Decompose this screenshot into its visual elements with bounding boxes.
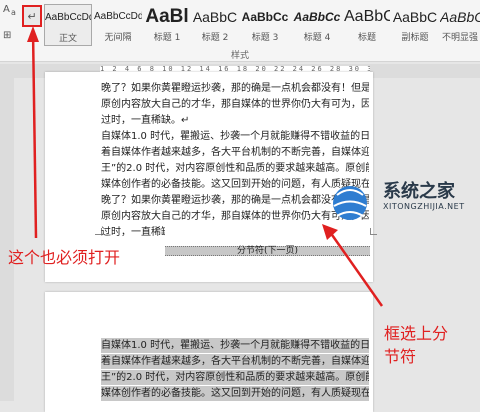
watermark-brand: 系统之家 xyxy=(383,181,455,202)
arrow-to-show-marks xyxy=(31,29,38,239)
arrow-head-icon xyxy=(27,26,39,42)
watermark-url: XITONGZHIJIA.NET xyxy=(383,202,465,211)
annotation-must-enable: 这个也必须打开 xyxy=(8,248,121,267)
annotation-select-break-1: 框选上分 xyxy=(384,324,449,343)
arrow-to-section-break xyxy=(328,231,384,307)
arrow-head-icon xyxy=(322,224,338,240)
annotation-select-break-2: 节符 xyxy=(384,347,417,366)
watermark-logo: 系统之家 XITONGZHIJIA.NET xyxy=(333,175,478,223)
